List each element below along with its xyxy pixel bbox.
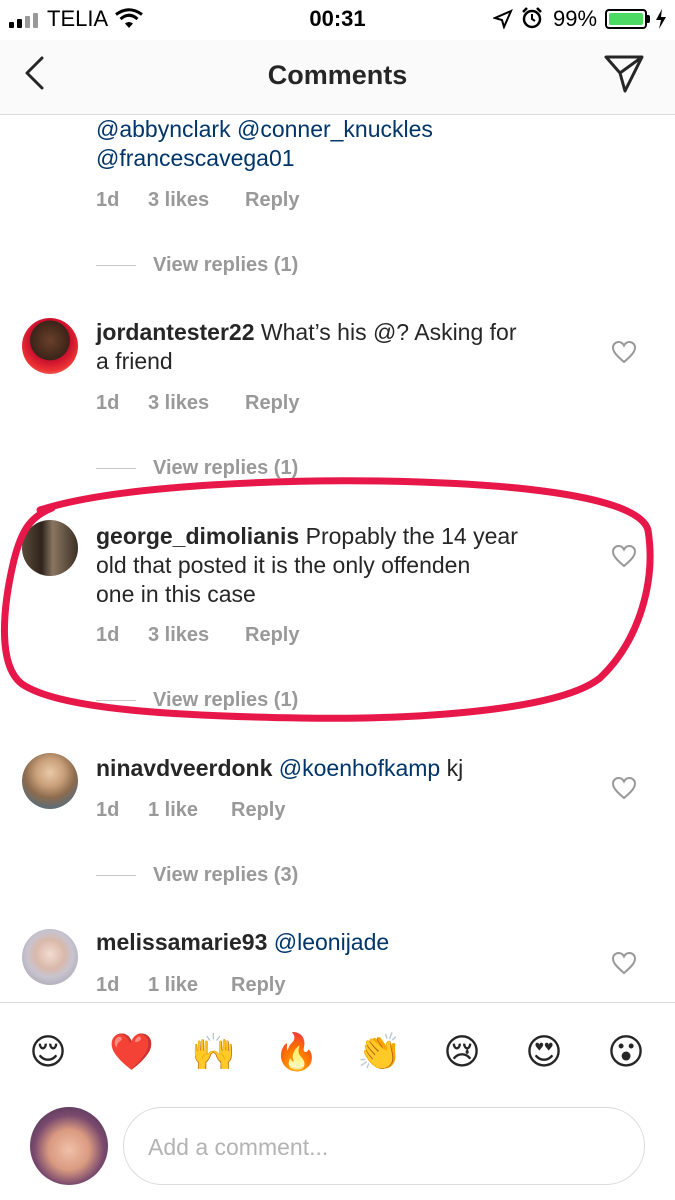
view-replies-button[interactable]: View replies (3) bbox=[153, 864, 298, 887]
reply-button[interactable]: Reply bbox=[231, 799, 285, 822]
avatar[interactable] bbox=[22, 318, 78, 374]
heart-icon[interactable] bbox=[611, 340, 637, 364]
charging-bolt-icon bbox=[656, 9, 666, 29]
comment-time: 1d bbox=[96, 189, 120, 211]
comment-text-line[interactable]: @abbynclark @conner_knuckles bbox=[96, 115, 566, 144]
view-replies-button[interactable]: View replies (1) bbox=[153, 254, 298, 277]
comment-likes[interactable]: 3 likes bbox=[148, 392, 209, 415]
comment-text-line[interactable]: @francescavega01 bbox=[96, 144, 566, 173]
emoji-bar: 😌 ❤️ 🙌 🔥 👏 😢 😍 😮 bbox=[0, 1002, 675, 1099]
alarm-icon bbox=[522, 7, 542, 29]
status-bar: TELIA 00:31 99% bbox=[0, 0, 675, 40]
reply-button[interactable]: Reply bbox=[245, 392, 299, 415]
fire-emoji[interactable]: 🔥 bbox=[274, 1031, 319, 1075]
comment-mention[interactable]: @leonijade bbox=[274, 929, 389, 955]
highlight-circle bbox=[1, 477, 654, 722]
surprised-face-emoji[interactable]: 😮 bbox=[604, 1031, 648, 1075]
comment-text-line: a friend bbox=[96, 348, 173, 374]
comment-username[interactable]: melissamarie93 bbox=[96, 929, 267, 955]
nav-bar: Comments bbox=[0, 40, 675, 115]
reply-button[interactable]: Reply bbox=[231, 974, 285, 997]
heart-icon[interactable] bbox=[611, 776, 637, 800]
current-user-avatar[interactable] bbox=[30, 1107, 108, 1185]
clapping-hands-emoji[interactable]: 👏 bbox=[357, 1031, 402, 1075]
raising-hands-emoji[interactable]: 🙌 bbox=[191, 1031, 236, 1075]
send-direct-icon[interactable] bbox=[603, 54, 645, 94]
comment-time: 1d bbox=[96, 392, 120, 414]
comment-username[interactable]: ninavdveerdonk bbox=[96, 755, 272, 781]
comment-username[interactable]: jordantester22 bbox=[96, 319, 255, 345]
comment-text: kj bbox=[446, 755, 464, 781]
battery-icon bbox=[605, 9, 650, 29]
avatar[interactable] bbox=[22, 753, 78, 809]
comment-time: 1d bbox=[96, 974, 120, 996]
divider bbox=[96, 468, 136, 469]
relieved-face-emoji[interactable]: 😌 bbox=[26, 1031, 70, 1075]
crying-face-emoji[interactable]: 😢 bbox=[440, 1031, 484, 1075]
heart-icon[interactable] bbox=[611, 951, 637, 975]
reply-button[interactable]: Reply bbox=[245, 189, 299, 212]
comment-composer bbox=[123, 1107, 645, 1185]
comment-likes[interactable]: 3 likes bbox=[148, 189, 209, 212]
battery-percentage: 99% bbox=[553, 6, 598, 31]
heart-emoji[interactable]: ❤️ bbox=[109, 1031, 154, 1075]
avatar[interactable] bbox=[22, 929, 78, 985]
comment-input[interactable] bbox=[146, 1126, 620, 1168]
divider bbox=[96, 875, 136, 876]
heart-eyes-emoji[interactable]: 😍 bbox=[522, 1031, 566, 1075]
comment-likes[interactable]: 1 like bbox=[148, 974, 198, 997]
location-icon bbox=[493, 9, 513, 29]
divider bbox=[96, 265, 136, 266]
comment-mention[interactable]: @koenhofkamp bbox=[279, 755, 440, 781]
comment-text: What’s his @? Asking for bbox=[260, 319, 517, 345]
page-title: Comments bbox=[267, 60, 408, 90]
comment-time: 1d bbox=[96, 799, 120, 821]
comment-likes[interactable]: 1 like bbox=[148, 799, 198, 822]
